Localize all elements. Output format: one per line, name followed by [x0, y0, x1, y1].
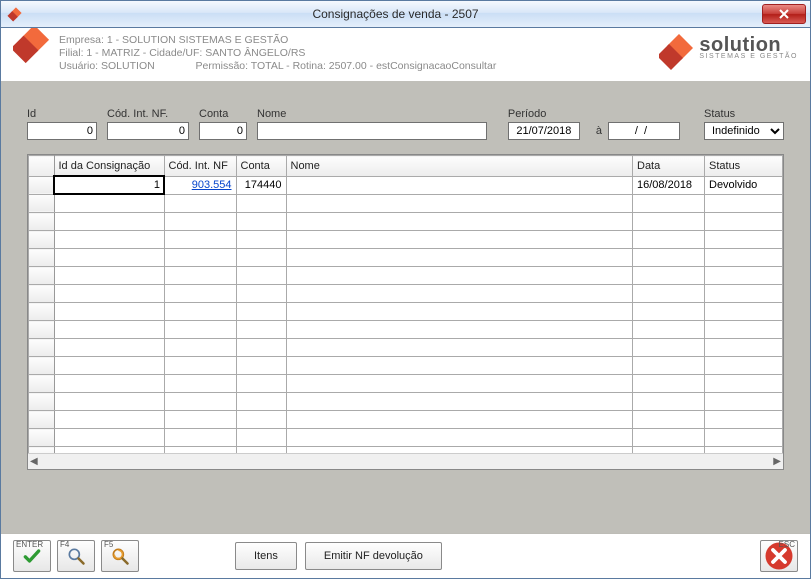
select-status[interactable]: Indefinido — [704, 122, 784, 140]
field-periodo-from: Período — [508, 108, 580, 140]
scroll-left-icon[interactable]: ◀ — [30, 456, 38, 467]
label-status: Status — [704, 108, 784, 120]
header: Empresa: 1 - SOLUTION SISTEMAS E GESTÃO … — [1, 28, 810, 82]
check-icon — [22, 546, 42, 566]
label-id: Id — [27, 108, 97, 120]
label-conta: Conta — [199, 108, 247, 120]
table-row[interactable] — [29, 303, 783, 321]
table-row[interactable] — [29, 429, 783, 447]
logo-small-icon — [13, 34, 49, 70]
grid-table: Id da Consignação Cód. Int. NF Conta Nom… — [28, 155, 783, 470]
field-conta: Conta — [199, 108, 247, 140]
input-conta[interactable] — [199, 122, 247, 140]
table-row[interactable] — [29, 321, 783, 339]
table-row[interactable] — [29, 249, 783, 267]
logo-text: solution SISTEMAS E GESTÃO — [699, 39, 798, 63]
grid-corner — [29, 156, 55, 177]
brand-name: solution — [699, 39, 798, 51]
cell-data[interactable]: 16/08/2018 — [633, 176, 705, 194]
table-row[interactable] — [29, 231, 783, 249]
label-codint: Cód. Int. NF. — [107, 108, 189, 120]
col-codint[interactable]: Cód. Int. NF — [164, 156, 236, 177]
meta-filial: Filial: 1 - MATRIZ - Cidade/UF: SANTO ÂN… — [59, 47, 496, 60]
emitir-nf-button[interactable]: Emitir NF devolução — [305, 542, 442, 570]
label-nome: Nome — [257, 108, 490, 120]
logo-large-icon — [659, 34, 693, 68]
field-status: Status Indefinido — [704, 108, 784, 140]
brand-sub: SISTEMAS E GESTÃO — [699, 51, 798, 63]
f5-button[interactable]: F5 — [101, 540, 139, 572]
filter-row: Id Cód. Int. NF. Conta Nome Período à — [27, 108, 784, 140]
table-row[interactable] — [29, 393, 783, 411]
periodo-separator: à — [596, 125, 602, 137]
f5-key-label: F5 — [104, 540, 113, 549]
magnifier-icon — [66, 546, 86, 566]
table-row[interactable] — [29, 267, 783, 285]
data-grid: Id da Consignação Cód. Int. NF Conta Nom… — [27, 154, 784, 470]
esc-key-label: ESC — [779, 540, 795, 549]
header-left: Empresa: 1 - SOLUTION SISTEMAS E GESTÃO … — [13, 34, 496, 73]
field-periodo-to — [608, 108, 680, 140]
logo-large: solution SISTEMAS E GESTÃO — [659, 34, 798, 68]
enter-key-label: ENTER — [16, 540, 43, 549]
table-row[interactable] — [29, 411, 783, 429]
meta-empresa: Empresa: 1 - SOLUTION SISTEMAS E GESTÃO — [59, 34, 496, 47]
table-row[interactable] — [29, 375, 783, 393]
col-conta[interactable]: Conta — [236, 156, 286, 177]
row-marker[interactable] — [29, 176, 55, 194]
meta-row3: Usuário: SOLUTION Permissão: TOTAL - Rot… — [59, 60, 496, 73]
app-window: Consignações de venda - 2507 Empresa: 1 … — [0, 0, 811, 579]
input-nome[interactable] — [257, 122, 487, 140]
f4-button[interactable]: F4 — [57, 540, 95, 572]
cell-codint[interactable]: 903.554 — [164, 176, 236, 194]
table-row[interactable] — [29, 285, 783, 303]
scroll-right-icon[interactable]: ▶ — [773, 456, 781, 467]
header-meta: Empresa: 1 - SOLUTION SISTEMAS E GESTÃO … — [59, 34, 496, 73]
horizontal-scrollbar[interactable]: ◀ ▶ — [28, 453, 783, 469]
window-title: Consignações de venda - 2507 — [29, 7, 762, 21]
f4-key-label: F4 — [60, 540, 69, 549]
meta-usuario: Usuário: SOLUTION — [59, 60, 155, 72]
col-data[interactable]: Data — [633, 156, 705, 177]
input-id[interactable] — [27, 122, 97, 140]
field-codint: Cód. Int. NF. — [107, 108, 189, 140]
cell-conta[interactable]: 174440 — [236, 176, 286, 194]
col-status[interactable]: Status — [705, 156, 783, 177]
footer-toolbar: ENTER F4 F5 Itens Emitir NF devolução ES… — [1, 533, 810, 578]
input-periodo-to[interactable] — [608, 122, 680, 140]
table-row[interactable] — [29, 194, 783, 213]
input-periodo-from[interactable] — [508, 122, 580, 140]
itens-button[interactable]: Itens — [235, 542, 297, 570]
col-id[interactable]: Id da Consignação — [54, 156, 164, 177]
meta-permissao: Permissão: TOTAL - Rotina: 2507.00 - est… — [196, 60, 497, 72]
close-button[interactable] — [762, 4, 806, 24]
app-icon — [7, 6, 23, 22]
enter-button[interactable]: ENTER — [13, 540, 51, 572]
cell-nome[interactable] — [286, 176, 633, 194]
cell-id[interactable]: 1 — [54, 176, 164, 194]
titlebar: Consignações de venda - 2507 — [1, 1, 810, 28]
table-row[interactable] — [29, 357, 783, 375]
label-periodo: Período — [508, 108, 580, 120]
field-nome: Nome — [257, 108, 490, 140]
cell-status[interactable]: Devolvido — [705, 176, 783, 194]
codint-link[interactable]: 903.554 — [192, 179, 232, 191]
table-row[interactable]: 1 903.554 174440 16/08/2018 Devolvido — [29, 176, 783, 194]
grid-header-row: Id da Consignação Cód. Int. NF Conta Nom… — [29, 156, 783, 177]
field-id: Id — [27, 108, 97, 140]
table-row[interactable] — [29, 213, 783, 231]
magnifier-refresh-icon — [110, 546, 130, 566]
body: Id Cód. Int. NF. Conta Nome Período à — [1, 82, 810, 480]
table-row[interactable] — [29, 339, 783, 357]
input-codint[interactable] — [107, 122, 189, 140]
col-nome[interactable]: Nome — [286, 156, 633, 177]
esc-button[interactable]: ESC — [760, 540, 798, 572]
